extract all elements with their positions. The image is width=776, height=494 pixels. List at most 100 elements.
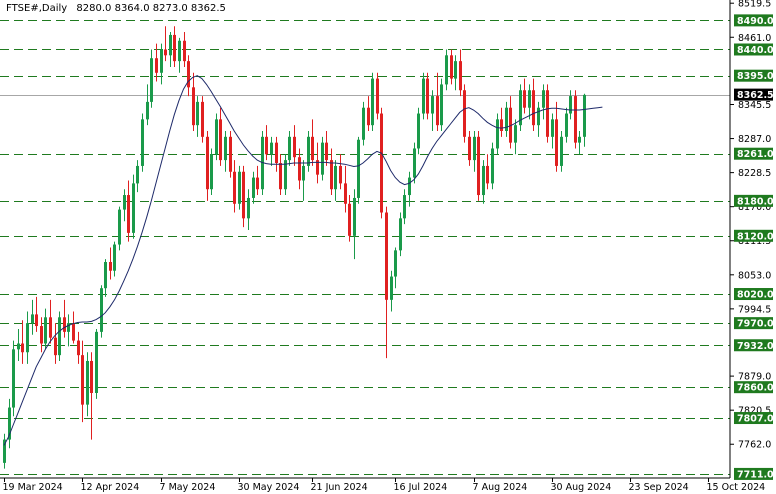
time-tick-label: 19 Mar 2024 — [3, 482, 63, 493]
bear-candle — [54, 337, 57, 356]
bull-candle — [413, 148, 416, 178]
bull-candle — [67, 323, 70, 332]
bull-candle — [403, 195, 406, 219]
bull-candle — [132, 183, 135, 233]
bear-candle — [546, 90, 549, 137]
bear-candle — [90, 360, 93, 393]
bull-candle — [514, 125, 517, 143]
bull-candle — [565, 113, 568, 137]
level-badge: 7970.0 — [737, 319, 774, 330]
bull-candle — [440, 84, 443, 126]
bull-candle — [252, 177, 255, 198]
bull-candle — [390, 276, 393, 300]
price-chart[interactable]: 8519.58461.08345.58287.08228.58170.08111… — [0, 0, 776, 494]
bear-candle — [49, 317, 52, 338]
bear-candle — [21, 343, 24, 353]
bull-candle — [146, 101, 149, 120]
bull-candle — [560, 136, 563, 166]
bull-candle — [399, 218, 402, 251]
bear-candle — [523, 90, 526, 108]
price-tick-label: 8519.5 — [738, 0, 771, 10]
bear-candle — [164, 49, 167, 56]
bull-candle — [118, 209, 121, 245]
bear-candle — [229, 136, 232, 172]
time-tick-label: 12 Apr 2024 — [81, 482, 140, 493]
bear-candle — [532, 90, 535, 126]
bear-candle — [192, 87, 195, 126]
bear-candle — [279, 163, 282, 190]
level-badge: 7807.0 — [737, 414, 774, 425]
bull-candle — [321, 142, 324, 175]
bear-candle — [330, 160, 333, 190]
bull-candle — [247, 197, 250, 219]
time-tick-label: 16 Jul 2024 — [394, 482, 448, 493]
bear-candle — [81, 355, 84, 405]
bull-candle — [113, 244, 116, 271]
bull-candle — [537, 107, 540, 126]
bear-candle — [219, 119, 222, 161]
time-tick-label: 30 Aug 2024 — [551, 482, 612, 493]
bear-candle — [339, 165, 342, 184]
bull-candle — [58, 317, 61, 356]
bull-candle — [160, 49, 163, 73]
level-badge: 7860.0 — [737, 383, 774, 394]
bull-candle — [31, 314, 34, 324]
bear-candle — [463, 90, 466, 137]
price-tick-label: 8287.0 — [738, 134, 771, 145]
bull-candle — [569, 96, 572, 114]
time-tick-label: 30 May 2024 — [238, 482, 300, 493]
bear-candle — [486, 165, 489, 184]
bull-candle — [270, 142, 273, 155]
level-badge: 8261.0 — [737, 149, 774, 160]
bear-candle — [500, 119, 503, 131]
bull-candle — [196, 101, 199, 126]
bull-candle — [542, 90, 545, 108]
time-tick-label: 7 May 2024 — [160, 482, 216, 493]
bull-candle — [238, 171, 241, 204]
bear-candle — [265, 136, 268, 155]
bull-candle — [150, 58, 153, 102]
bear-candle — [385, 212, 388, 300]
level-badge: 8395.0 — [737, 71, 774, 82]
bear-candle — [77, 340, 80, 356]
bull-candle — [473, 136, 476, 161]
bull-candle — [136, 165, 139, 184]
price-tick-label: 7994.5 — [738, 304, 771, 315]
bear-candle — [367, 107, 370, 126]
bull-candle — [578, 136, 581, 143]
bear-candle — [459, 61, 462, 91]
current-price-badge: 8362.5 — [737, 90, 774, 101]
bear-candle — [201, 101, 204, 137]
bull-candle — [302, 165, 305, 181]
bull-candle — [417, 113, 420, 149]
price-tick-label: 8345.5 — [738, 100, 771, 111]
time-tick-label: 7 Aug 2024 — [473, 482, 528, 493]
bull-candle — [123, 195, 126, 210]
bull-candle — [408, 177, 411, 196]
ohlc-readout: 8280.0 8364.0 8273.0 8362.5 — [76, 3, 226, 14]
bull-candle — [357, 139, 360, 198]
bear-candle — [275, 142, 278, 164]
bull-candle — [445, 55, 448, 85]
price-tick-label: 7762.0 — [738, 440, 771, 451]
bull-candle — [169, 34, 172, 56]
bull-candle — [371, 78, 374, 126]
bear-candle — [468, 136, 471, 161]
bull-candle — [44, 317, 47, 344]
bull-candle — [496, 119, 499, 149]
bear-candle — [35, 314, 38, 327]
bear-candle — [450, 55, 453, 79]
bear-candle — [380, 113, 383, 213]
level-badge: 8440.0 — [737, 45, 774, 56]
price-tick-label: 8228.5 — [738, 168, 771, 179]
bear-candle — [109, 261, 112, 271]
bull-candle — [482, 165, 485, 196]
bull-candle — [100, 288, 103, 332]
level-badge: 8120.0 — [737, 231, 774, 242]
bear-candle — [233, 171, 236, 204]
bull-candle — [394, 250, 397, 277]
bull-candle — [12, 349, 15, 408]
level-badge: 7932.0 — [737, 341, 774, 352]
time-tick-label: 23 Sep 2024 — [629, 482, 689, 493]
bull-candle — [288, 136, 291, 161]
